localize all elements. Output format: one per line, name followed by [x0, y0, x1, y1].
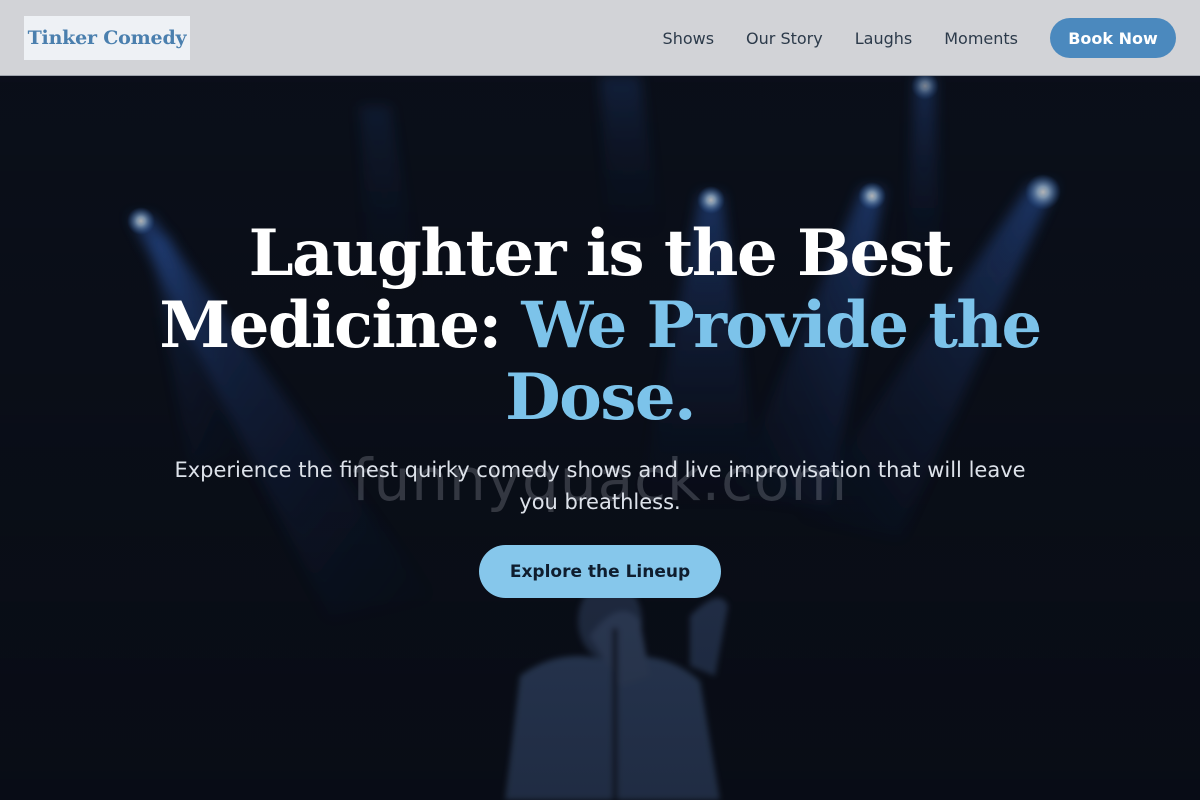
- hero-title: Laughter is the Best Medicine: We Provid…: [150, 218, 1050, 434]
- nav-our-story[interactable]: Our Story: [746, 29, 823, 48]
- nav-laughs[interactable]: Laughs: [855, 29, 913, 48]
- hero-title-accent: We Provide the Dose.: [505, 288, 1042, 435]
- book-now-button[interactable]: Book Now: [1050, 18, 1176, 58]
- logo[interactable]: Tinker Comedy: [24, 16, 190, 60]
- page: Tinker Comedy Shows Our Story Laughs Mom…: [0, 0, 1200, 800]
- explore-lineup-button[interactable]: Explore the Lineup: [479, 545, 721, 598]
- site-header: Tinker Comedy Shows Our Story Laughs Mom…: [0, 0, 1200, 76]
- hero-subtitle: Experience the finest quirky comedy show…: [174, 458, 1026, 514]
- hero-background-image: [0, 76, 1200, 800]
- hero-section: funnyquack.com: [0, 76, 1200, 800]
- nav-moments[interactable]: Moments: [944, 29, 1018, 48]
- nav-shows[interactable]: Shows: [663, 29, 715, 48]
- main-nav: Shows Our Story Laughs Moments Book Now: [663, 0, 1176, 76]
- logo-text: Tinker Comedy: [27, 27, 187, 49]
